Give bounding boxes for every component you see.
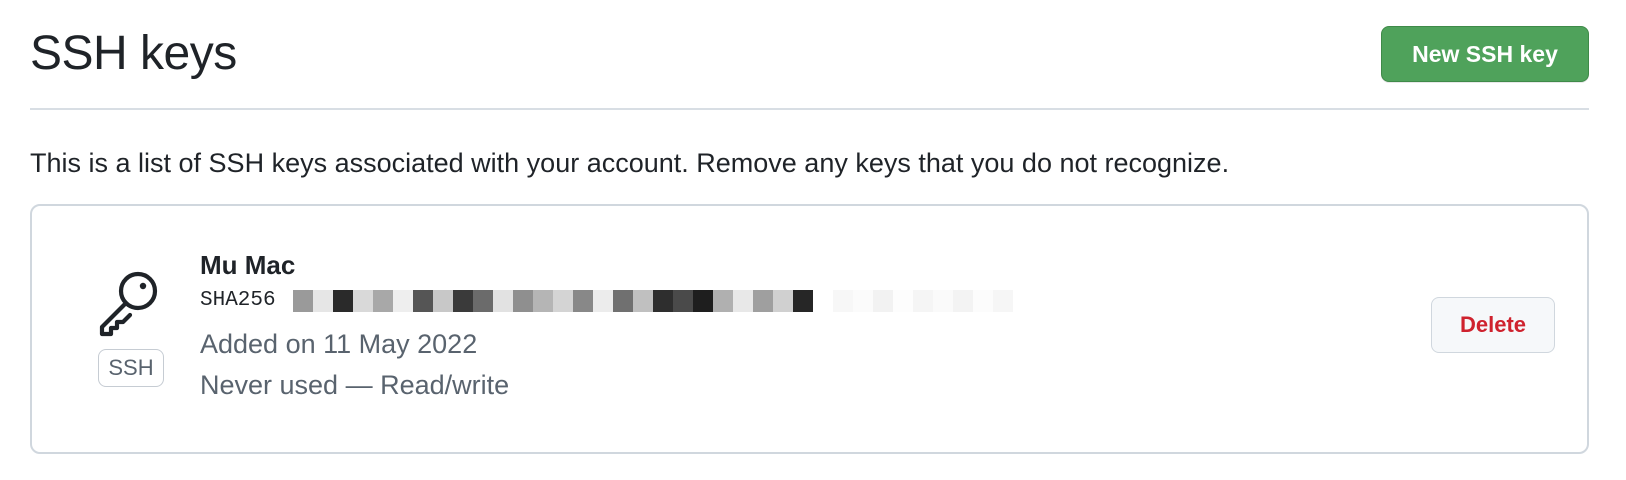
key-details: Mu Mac SHA256 Added on 11 May 2022 Never… (200, 248, 1013, 408)
fingerprint-prefix: SHA256 (200, 289, 276, 312)
key-fingerprint: SHA256 (200, 286, 1013, 326)
key-type-badge: SSH (98, 349, 164, 387)
fingerprint-redaction (293, 290, 1013, 312)
ssh-keys-page: SSH keys New SSH key This is a list of S… (0, 0, 1626, 480)
delete-key-button[interactable]: Delete (1431, 297, 1555, 353)
ssh-key-item: SSH Mu Mac SHA256 Added on 11 May 2022 N… (30, 204, 1589, 454)
new-ssh-key-button[interactable]: New SSH key (1381, 26, 1589, 82)
key-icon (96, 268, 162, 338)
key-usage-status: Never used — Read/write (200, 370, 510, 400)
key-title: Mu Mac (200, 250, 296, 280)
key-added-date: Added on 11 May 2022 (200, 329, 478, 359)
page-header: SSH keys New SSH key (30, 0, 1589, 110)
page-title: SSH keys (30, 27, 237, 80)
page-description: This is a list of SSH keys associated wi… (30, 148, 1230, 178)
